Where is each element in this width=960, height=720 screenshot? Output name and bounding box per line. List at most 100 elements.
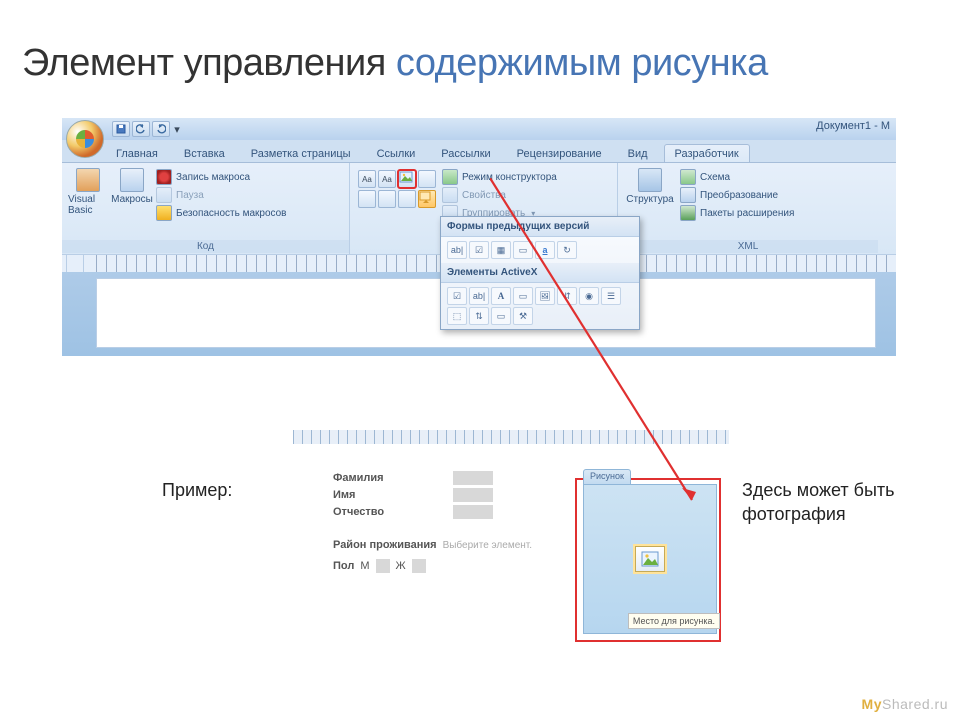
tab-review[interactable]: Рецензирование	[507, 145, 612, 162]
slide-title-part2: содержимым рисунка	[396, 42, 768, 84]
tab-insert[interactable]: Вставка	[174, 145, 235, 162]
doc-ruler	[293, 430, 729, 444]
ax-label-icon[interactable]: A	[491, 287, 511, 305]
richtext-control-icon[interactable]: Aa	[358, 170, 376, 188]
titlebar: ▾ Документ1 - M	[62, 118, 896, 140]
save-icon[interactable]	[112, 121, 130, 137]
transform-icon	[680, 187, 696, 203]
legacy-reset-icon[interactable]: ↻	[557, 241, 577, 259]
ax-option-icon[interactable]: ◉	[579, 287, 599, 305]
macros-button[interactable]: Макросы	[110, 166, 154, 238]
design-mode-button[interactable]: Режим конструктора	[440, 168, 559, 186]
picture-tooltip: Место для рисунка.	[628, 613, 720, 629]
tab-view[interactable]: Вид	[618, 145, 658, 162]
pause-recording-button[interactable]: Пауза	[154, 186, 289, 204]
controls-gallery: Aa Aa	[354, 166, 440, 238]
record-macro-icon	[156, 169, 172, 185]
legacy-text-field-icon[interactable]: ab|	[447, 241, 467, 259]
ax-more-icon[interactable]: ⚒	[513, 307, 533, 325]
label-sex-m: М	[360, 560, 369, 572]
visual-basic-button[interactable]: Visual Basic	[66, 166, 110, 238]
checkbox-male[interactable]	[376, 559, 390, 573]
design-mode-icon	[442, 169, 458, 185]
picture-control-highlight: Рисунок Место для рисунка.	[575, 478, 721, 642]
properties-icon	[442, 187, 458, 203]
label-sex-f: Ж	[396, 560, 406, 572]
properties-button[interactable]: Свойства	[440, 186, 559, 204]
watermark: MyShared.ru	[862, 696, 948, 712]
redo-icon[interactable]	[152, 121, 170, 137]
input-name[interactable]	[453, 488, 493, 502]
word-ribbon-screenshot: ▾ Документ1 - M Главная Вставка Разметка…	[62, 118, 896, 356]
checkbox-female[interactable]	[412, 559, 426, 573]
activex-header: Элементы ActiveX	[441, 263, 639, 283]
ax-scroll-icon[interactable]: ⇵	[557, 287, 577, 305]
insert-picture-icon[interactable]	[635, 546, 665, 572]
quick-access-toolbar: ▾	[112, 121, 182, 137]
legacy-tools-dropdown: Формы предыдущих версий ab| ☑ ▦ ▭ a ↻ Эл…	[440, 216, 640, 330]
picture-control-icon[interactable]	[398, 170, 416, 188]
legacy-forms-icons: ab| ☑ ▦ ▭ a ↻	[441, 237, 639, 263]
tab-references[interactable]: Ссылки	[367, 145, 426, 162]
ax-button-icon[interactable]: ▭	[491, 307, 511, 325]
label-patronymic: Отчество	[333, 506, 443, 518]
tab-mailings[interactable]: Рассылки	[431, 145, 500, 162]
label-sex: Пол	[333, 560, 354, 572]
macro-security-button[interactable]: Безопасность макросов	[154, 204, 289, 222]
legacy-checkbox-icon[interactable]: ☑	[469, 241, 489, 259]
tab-developer[interactable]: Разработчик	[664, 144, 750, 162]
legacy-frame-icon[interactable]: ▭	[513, 241, 533, 259]
region-placeholder[interactable]: Выберите элемент.	[443, 540, 532, 551]
legacy-dropdown-icon[interactable]: ▦	[491, 241, 511, 259]
document-example: Фамилия Имя Отчество Район проживания Вы…	[293, 430, 729, 682]
label-name: Имя	[333, 489, 443, 501]
label-surname: Фамилия	[333, 472, 443, 484]
qat-dropdown-icon[interactable]: ▾	[172, 121, 182, 137]
ax-toggle-icon[interactable]: ⬚	[447, 307, 467, 325]
label-region: Район проживания	[333, 539, 437, 551]
slide-title-part1: Элемент управления	[22, 42, 396, 84]
expansion-packs-button[interactable]: Пакеты расширения	[678, 204, 796, 222]
ribbon-tabs: Главная Вставка Разметка страницы Ссылки…	[62, 140, 896, 162]
record-macro-button[interactable]: Запись макроса	[154, 168, 289, 186]
undo-icon[interactable]	[132, 121, 150, 137]
structure-icon	[638, 168, 662, 192]
picture-control-tab[interactable]: Рисунок	[583, 469, 631, 484]
schema-icon	[680, 169, 696, 185]
ax-combobox-icon[interactable]: ▭	[513, 287, 533, 305]
input-surname[interactable]	[453, 471, 493, 485]
office-button[interactable]	[66, 120, 104, 158]
ax-image-icon[interactable]: 🖼	[535, 287, 555, 305]
legacy-tools-button[interactable]	[418, 190, 436, 208]
plaintext-control-icon[interactable]: Aa	[378, 170, 396, 188]
legacy-forms-header: Формы предыдущих версий	[441, 217, 639, 237]
group-code: Visual Basic Макросы Запись макроса Пауз…	[62, 163, 350, 254]
warning-icon	[156, 205, 172, 221]
group-xml: Структура Схема Преобразование Пакеты ра…	[618, 163, 878, 254]
slide-title: Элемент управления содержимым рисунка	[22, 42, 768, 85]
ax-spin-icon[interactable]: ⇅	[469, 307, 489, 325]
ax-textbox-icon[interactable]: ab|	[469, 287, 489, 305]
ax-listbox-icon[interactable]: ☰	[601, 287, 621, 305]
combobox-control-icon[interactable]	[418, 170, 436, 188]
dropdown-control-icon[interactable]	[358, 190, 376, 208]
ax-checkbox-icon[interactable]: ☑	[447, 287, 467, 305]
doc-page: Фамилия Имя Отчество Район проживания Вы…	[293, 444, 729, 682]
tab-pagelayout[interactable]: Разметка страницы	[241, 145, 361, 162]
tab-home[interactable]: Главная	[106, 145, 168, 162]
visual-basic-icon	[76, 168, 100, 192]
photo-hint-label: Здесь может быть фотография	[742, 478, 902, 527]
macros-icon	[120, 168, 144, 192]
pause-icon	[156, 187, 172, 203]
buildingblock-control-icon[interactable]	[398, 190, 416, 208]
group-code-label: Код	[62, 240, 349, 253]
schema-button[interactable]: Схема	[678, 168, 796, 186]
example-label: Пример:	[162, 480, 232, 501]
transform-button[interactable]: Преобразование	[678, 186, 796, 204]
input-patronymic[interactable]	[453, 505, 493, 519]
activex-icons: ☑ ab| A ▭ 🖼 ⇵ ◉ ☰ ⬚ ⇅ ▭ ⚒	[441, 283, 639, 329]
picture-content-control[interactable]: Рисунок Место для рисунка.	[583, 484, 717, 634]
expansion-icon	[680, 205, 696, 221]
datepicker-control-icon[interactable]	[378, 190, 396, 208]
legacy-shading-icon[interactable]: a	[535, 241, 555, 259]
